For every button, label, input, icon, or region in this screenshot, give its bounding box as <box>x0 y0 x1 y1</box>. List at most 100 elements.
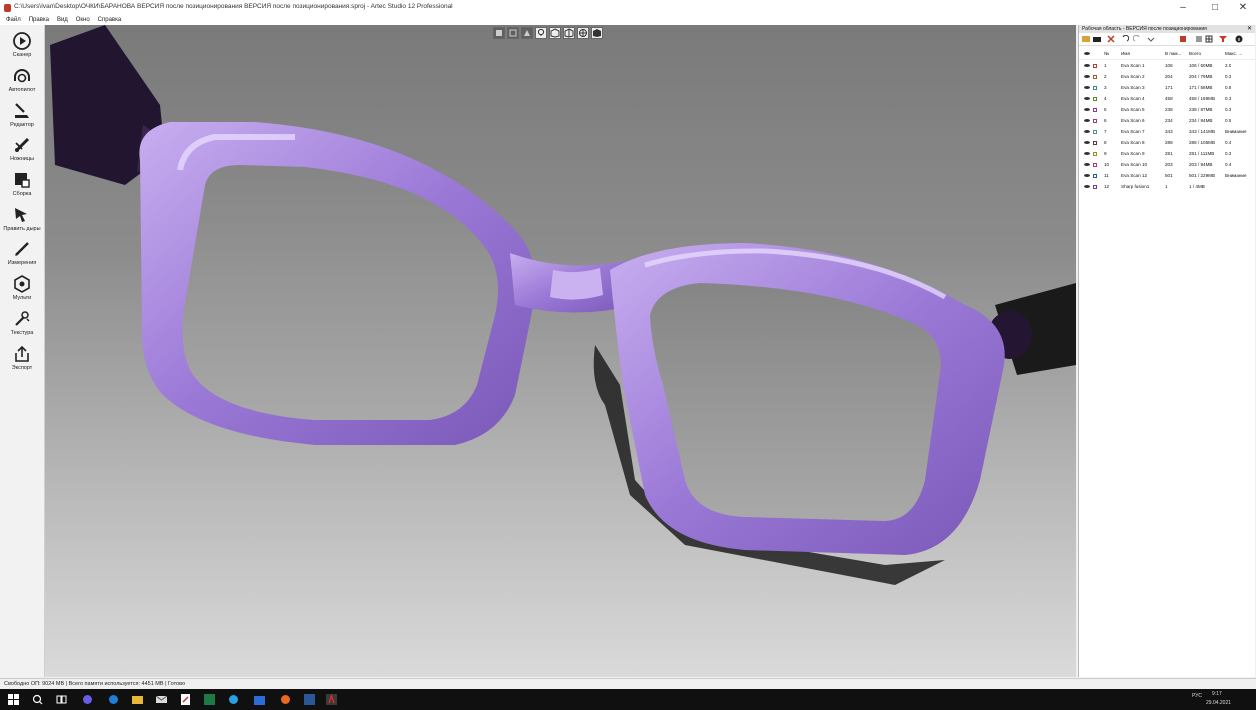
eye-icon[interactable] <box>1084 86 1090 89</box>
info-icon[interactable] <box>1235 35 1243 43</box>
task-view-icon[interactable] <box>56 694 67 705</box>
row-name: Eva Scan 6 <box>1121 118 1145 123</box>
cube-front-icon[interactable] <box>549 27 561 39</box>
menu-help[interactable]: Справка <box>98 16 122 25</box>
tool-measure[interactable]: Измерения <box>2 239 42 266</box>
view-wire-button[interactable] <box>507 27 519 39</box>
windows-start-icon[interactable] <box>8 694 19 705</box>
grid-icon[interactable] <box>1205 35 1213 43</box>
scan-row[interactable]: 10 Eva Scan 10 203 203 / 94MB 0.4 <box>1079 160 1255 170</box>
view-texture-button[interactable] <box>521 27 533 39</box>
scan-row[interactable]: 4 Eva Scan 4 458 458 / 169MB 0.3 <box>1079 94 1255 104</box>
list-icon[interactable] <box>1195 35 1203 43</box>
minimize-button[interactable]: – <box>1172 1 1194 15</box>
tool-texture[interactable]: Текстура <box>2 309 42 336</box>
cube-side-icon[interactable] <box>563 27 575 39</box>
eye-icon[interactable] <box>1084 141 1090 144</box>
store-icon[interactable] <box>254 694 265 705</box>
tool-fix-holes[interactable]: Править дыры <box>2 205 42 232</box>
redo-icon[interactable] <box>1133 35 1141 43</box>
light-bulb-icon[interactable] <box>535 27 547 39</box>
new-folder-icon[interactable] <box>1082 35 1090 43</box>
menu-window[interactable]: Окно <box>76 16 90 25</box>
edge-browser-icon[interactable] <box>108 694 119 705</box>
scan-row[interactable]: 12 Sharp fusion1 1 1 / 4MB <box>1079 182 1255 192</box>
col-max[interactable]: Макс. ... <box>1225 49 1242 59</box>
menu-edit[interactable]: Правка <box>29 16 49 25</box>
close-button[interactable]: ✕ <box>1232 1 1254 15</box>
app-logo-icon <box>4 4 11 12</box>
tool-autopilot[interactable]: Автопилот <box>2 66 42 93</box>
firefox-icon[interactable] <box>280 694 291 705</box>
tray-date[interactable]: 29.04.2021 <box>1206 700 1231 706</box>
row-num: 1 <box>1104 63 1107 68</box>
scan-row[interactable]: 8 Eva Scan 8 288 288 / 105MB 0.4 <box>1079 138 1255 148</box>
col-total[interactable]: Всего <box>1189 49 1201 59</box>
row-total: 281 / 111MB <box>1189 151 1215 156</box>
eye-icon[interactable] <box>1084 163 1090 166</box>
col-num[interactable]: № <box>1104 49 1109 59</box>
save-icon[interactable] <box>1179 35 1187 43</box>
eye-icon[interactable] <box>1084 152 1090 155</box>
scan-row[interactable]: 5 Eva Scan 5 238 238 / 87MB 0.3 <box>1079 105 1255 115</box>
tool-multi[interactable]: Мульти <box>2 274 42 301</box>
mail-icon[interactable] <box>156 694 167 705</box>
tool-editor[interactable]: Редактор <box>2 101 42 128</box>
row-total: 234 / 84MB <box>1189 118 1213 123</box>
row-mem: 171 <box>1165 85 1173 90</box>
delete-icon[interactable] <box>1107 35 1115 43</box>
eye-icon[interactable] <box>1084 130 1090 133</box>
workspace-panel-title: Рабочая область - ВЕРСИЯ после позициони… <box>1079 25 1255 33</box>
dropdown-icon[interactable] <box>1147 35 1155 43</box>
eye-icon[interactable] <box>1084 75 1090 78</box>
skype-icon[interactable] <box>228 694 239 705</box>
eye-icon[interactable] <box>1084 97 1090 100</box>
col-mem[interactable]: В пам... <box>1165 49 1181 59</box>
scan-row[interactable]: 7 Eva Scan 7 343 343 / 141MB Внимание <box>1079 127 1255 137</box>
export-icon <box>15 345 29 362</box>
eye-icon[interactable] <box>1084 108 1090 111</box>
scan-row[interactable]: 1 Eva Scan 1 106 106 / 60MB 2.0 <box>1079 61 1255 71</box>
eye-icon[interactable] <box>1084 64 1090 67</box>
tray-time[interactable]: 9:17 <box>1212 691 1222 697</box>
word-icon[interactable] <box>304 694 315 705</box>
tool-export[interactable]: Экспорт <box>2 344 42 371</box>
view-solid-button[interactable] <box>493 27 505 39</box>
acrobat-icon[interactable] <box>180 694 191 705</box>
artec-studio-taskbar-icon[interactable] <box>326 694 337 705</box>
tool-label: Сборка <box>12 191 32 197</box>
tool-assembly[interactable]: Сборка <box>2 170 42 197</box>
filter-icon[interactable] <box>1219 35 1227 43</box>
maximize-button[interactable]: □ <box>1204 1 1226 15</box>
tray-language[interactable]: РУС <box>1192 693 1202 699</box>
cube-center-icon[interactable] <box>577 27 589 39</box>
menu-view[interactable]: Вид <box>57 16 68 25</box>
panel-close-button[interactable]: ✕ <box>1247 25 1252 33</box>
eye-icon[interactable] <box>1084 119 1090 122</box>
row-name: Eva Scan 3 <box>1121 85 1145 90</box>
scan-row[interactable]: 9 Eva Scan 9 281 281 / 111MB 0.3 <box>1079 149 1255 159</box>
tool-label: Экспорт <box>11 365 33 371</box>
scan-row[interactable]: 2 Eva Scan 2 204 204 / 79MB 0.3 <box>1079 72 1255 82</box>
undo-icon[interactable] <box>1121 35 1129 43</box>
cube-solid-icon[interactable] <box>591 27 603 39</box>
scan-row[interactable]: 11 Eva Scan 12 501 501 / 229MB Внимание <box>1079 171 1255 181</box>
search-icon[interactable] <box>32 694 43 705</box>
eye-icon[interactable] <box>1084 185 1090 188</box>
assembly-icon <box>15 173 30 188</box>
menu-file[interactable]: Файл <box>6 16 21 25</box>
eye-icon[interactable] <box>1084 174 1090 177</box>
cortana-icon[interactable] <box>82 694 93 705</box>
file-explorer-icon[interactable] <box>132 694 143 705</box>
scan-row[interactable]: 6 Eva Scan 6 234 234 / 84MB 0.5 <box>1079 116 1255 126</box>
3d-viewport[interactable] <box>45 25 1076 677</box>
tool-scissors[interactable]: Ножницы <box>2 135 42 162</box>
scan-row[interactable]: 3 Eva Scan 3 171 171 / 58MB 0.8 <box>1079 83 1255 93</box>
glasses-3d-model[interactable] <box>45 25 1076 677</box>
excel-icon[interactable] <box>204 694 215 705</box>
col-name[interactable]: Имя <box>1121 49 1130 59</box>
row-max: 0.4 <box>1225 140 1232 145</box>
tool-scanner[interactable]: Сканер <box>2 31 42 58</box>
open-icon[interactable] <box>1093 35 1101 43</box>
row-max: 0.3 <box>1225 74 1232 79</box>
